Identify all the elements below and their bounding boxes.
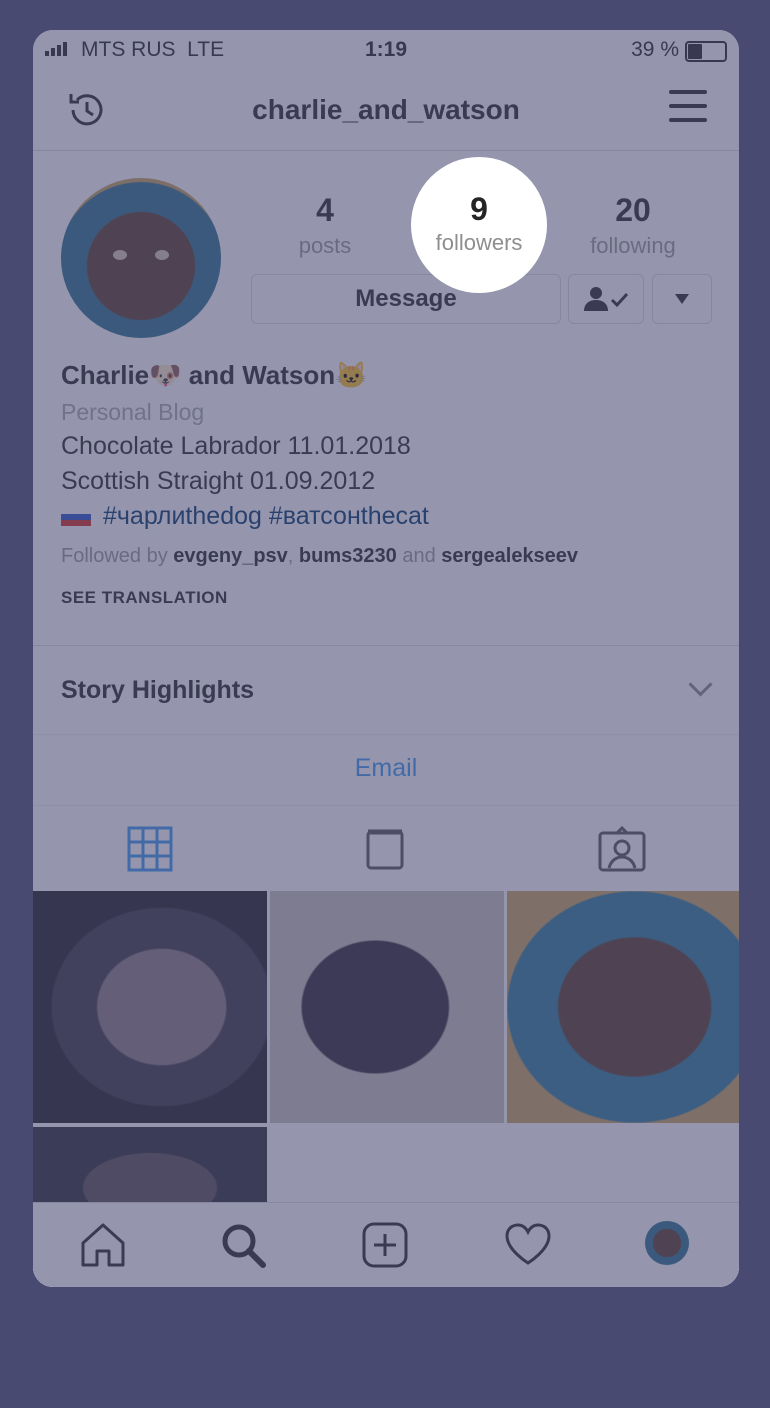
profile-bio: Charlie🐶 and Watson🐱 Personal Blog Choco… xyxy=(61,360,721,608)
search-icon[interactable] xyxy=(219,1221,267,1274)
heart-icon[interactable] xyxy=(503,1221,553,1272)
menu-icon[interactable] xyxy=(669,90,707,132)
feed-tab-icon[interactable] xyxy=(365,826,405,877)
content-tabs xyxy=(33,805,739,892)
russia-flag-icon xyxy=(61,508,91,527)
display-name: Charlie🐶 and Watson🐱 xyxy=(61,360,368,390)
followed-by-text[interactable]: Followed by evgeny_psv, bums3230 and ser… xyxy=(61,545,721,568)
followers-count: 9 xyxy=(470,191,488,227)
following-label: following xyxy=(590,233,676,258)
chevron-down-icon xyxy=(688,672,713,697)
triangle-down-icon xyxy=(675,294,689,304)
grid-tab-icon[interactable] xyxy=(127,826,173,877)
photo-thumbnail[interactable] xyxy=(33,1127,267,1203)
following-count: 20 xyxy=(615,192,651,228)
add-post-icon[interactable] xyxy=(361,1221,409,1274)
photo-thumbnail[interactable] xyxy=(33,891,267,1123)
avatar[interactable] xyxy=(61,178,221,338)
posts-label: posts xyxy=(298,233,352,258)
phone-screen: MTS RUS LTE 1:19 39 % charlie_and_watson… xyxy=(33,30,739,1287)
story-highlights-title: Story Highlights xyxy=(61,676,255,704)
following-toggle-button[interactable] xyxy=(568,274,644,324)
photo-thumbnail[interactable] xyxy=(507,891,739,1123)
battery-percent: 39 % xyxy=(631,38,679,61)
bottom-nav xyxy=(33,1202,739,1287)
person-check-icon xyxy=(584,287,629,311)
tagged-tab-icon[interactable] xyxy=(597,825,647,877)
suggestions-dropdown-button[interactable] xyxy=(652,274,712,324)
hashtags-link[interactable]: #чарлиthedog #ватсонthecat xyxy=(103,502,429,530)
status-bar: MTS RUS LTE 1:19 39 % xyxy=(33,30,739,70)
story-highlights-section[interactable]: Story Highlights xyxy=(33,645,739,735)
posts-stat[interactable]: 4 posts xyxy=(255,192,395,259)
photo-thumbnail[interactable] xyxy=(270,891,504,1123)
email-button[interactable]: Email xyxy=(33,754,739,783)
profile-avatar-tab[interactable] xyxy=(645,1221,689,1265)
followers-label: followers xyxy=(435,230,523,255)
posts-count: 4 xyxy=(316,192,334,228)
followers-spotlight[interactable]: 9 followers xyxy=(411,157,547,293)
home-icon[interactable] xyxy=(79,1221,127,1274)
battery-icon xyxy=(685,41,727,62)
bio-line-1: Chocolate Labrador 11.01.2018 xyxy=(61,432,411,460)
device-frame: MTS RUS LTE 1:19 39 % charlie_and_watson… xyxy=(0,0,770,1408)
following-stat[interactable]: 20 following xyxy=(563,192,703,259)
profile-header: charlie_and_watson xyxy=(33,70,739,151)
category-label: Personal Blog xyxy=(61,399,205,425)
page-title: charlie_and_watson xyxy=(252,94,520,125)
bio-line-2: Scottish Straight 01.09.2012 xyxy=(61,467,376,495)
see-translation-link[interactable]: SEE TRANSLATION xyxy=(61,588,721,608)
